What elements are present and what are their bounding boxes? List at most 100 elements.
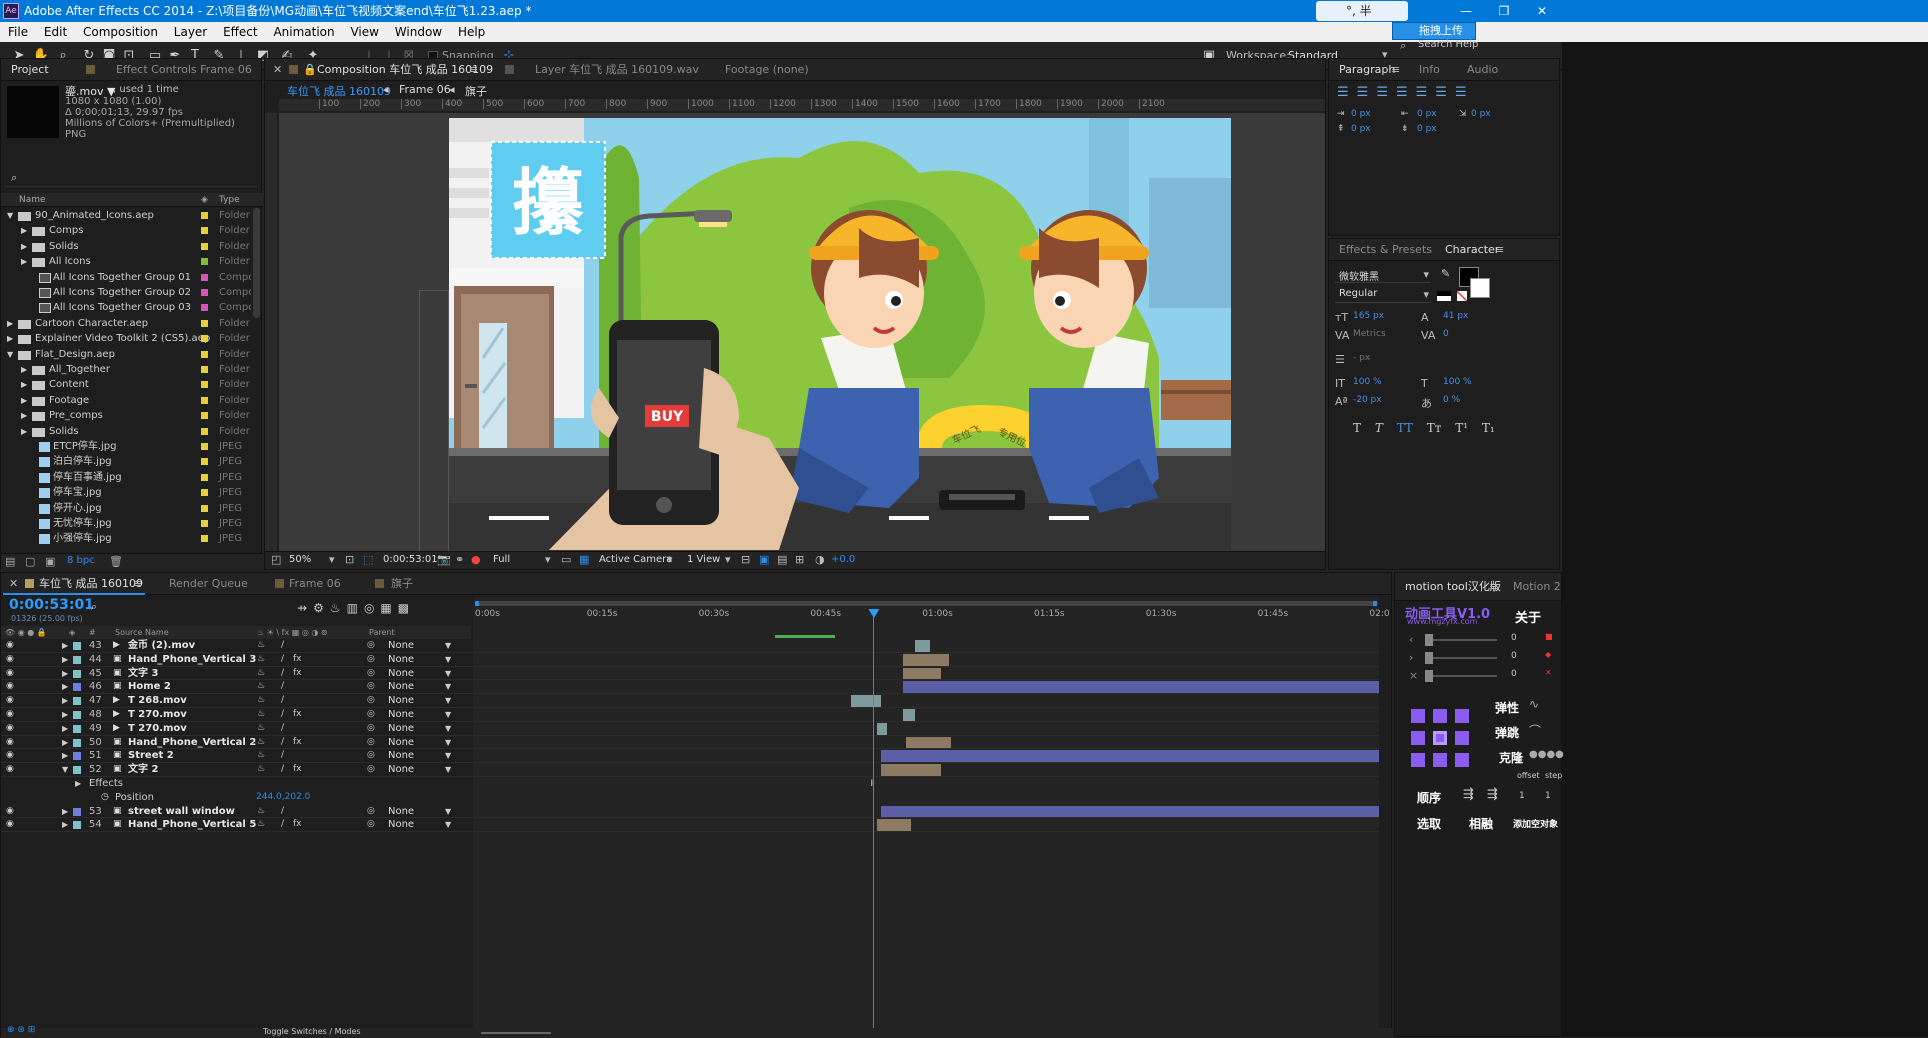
dropdown-icon[interactable]: ▼ — [445, 818, 451, 832]
tab-render-queue[interactable]: Render Queue — [169, 573, 248, 595]
twirl-icon[interactable]: ▶ — [21, 362, 27, 377]
label-color-swatch[interactable] — [201, 319, 208, 327]
menu-help[interactable]: Help — [458, 25, 485, 39]
twirl-icon[interactable]: ▶ — [21, 254, 27, 269]
quality-switch-icon[interactable]: / — [281, 736, 284, 750]
layer-name[interactable]: Hand_Phone_Vertical 2 — [128, 736, 256, 750]
close-tab-icon[interactable]: ✕ — [273, 63, 282, 76]
tab-project[interactable]: Project — [11, 59, 49, 81]
lock-icon[interactable]: 🔒 — [303, 63, 317, 76]
layer-label-color[interactable] — [73, 821, 81, 830]
project-scrollbar[interactable] — [253, 208, 260, 318]
label-color-swatch[interactable] — [201, 504, 208, 512]
tab-effects-presets[interactable]: Effects & Presets — [1339, 239, 1432, 261]
justify-last-center-icon[interactable]: ☰ — [1416, 85, 1436, 100]
pickwhip-icon[interactable]: ◎ — [367, 763, 375, 777]
project-item[interactable]: All Icons Together Group 03 Compo — [1, 300, 251, 315]
opposite-button[interactable]: 相融 — [1469, 815, 1493, 832]
label-color-swatch[interactable] — [201, 396, 208, 404]
label-color-swatch[interactable] — [201, 381, 208, 389]
twirl-icon[interactable]: ▶ — [21, 239, 27, 254]
current-time-display[interactable]: 0:00:53:01 — [383, 554, 438, 565]
label-color-swatch[interactable] — [201, 366, 208, 373]
layer-label-color[interactable] — [73, 766, 81, 775]
shy-switch-icon[interactable]: ♨ — [257, 722, 265, 736]
shy-switch-icon[interactable]: ♨ — [257, 639, 265, 653]
layer-label-color[interactable] — [73, 724, 81, 733]
new-folder-icon[interactable]: ▢ — [25, 555, 35, 568]
project-item[interactable]: ▼ 90_Animated_Icons.aep Folder — [1, 208, 251, 223]
new-comp-icon[interactable]: ▣ — [45, 555, 55, 568]
eye-icon[interactable]: ◉ — [6, 653, 14, 667]
align-center-icon[interactable]: ☰ — [1357, 85, 1377, 100]
layer-label-color[interactable] — [73, 669, 81, 678]
position-property-row[interactable]: ◷ Position 244.0,202.0 — [1, 791, 473, 805]
timeline-icon[interactable]: ▤ — [777, 553, 787, 566]
eye-icon[interactable]: ◉ — [6, 749, 14, 763]
vertical-scale-value[interactable]: 100 % — [1353, 377, 1382, 387]
superscript-button[interactable]: T¹ — [1455, 421, 1468, 435]
quality-switch-icon[interactable]: / — [281, 708, 284, 722]
pickwhip-icon[interactable]: ◎ — [367, 653, 375, 667]
anchor-bottom-right[interactable] — [1455, 753, 1469, 767]
project-item[interactable]: All Icons Together Group 02 Compo — [1, 285, 251, 300]
twirl-icon[interactable]: ▼ — [62, 763, 68, 777]
twirl-icon[interactable]: ▶ — [62, 736, 68, 750]
no-stroke-swatch[interactable] — [1437, 291, 1451, 301]
timeline-search-icon[interactable]: ⌕ — [91, 600, 97, 614]
eye-icon[interactable]: ◉ — [6, 722, 14, 736]
quality-switch-icon[interactable]: / — [281, 749, 284, 763]
layer-label-color[interactable] — [73, 683, 81, 692]
twirl-icon[interactable]: ▶ — [62, 749, 68, 763]
parent-select[interactable]: None — [388, 749, 414, 763]
twirl-icon[interactable]: ▶ — [7, 331, 13, 346]
twirl-icon[interactable]: ▶ — [21, 377, 27, 392]
pickwhip-icon[interactable]: ◎ — [367, 694, 375, 708]
parent-select[interactable]: None — [388, 694, 414, 708]
fx-switch-icon[interactable]: fx — [293, 653, 302, 667]
draft-3d-icon[interactable]: ⚙ — [313, 601, 330, 615]
quality-switch-icon[interactable]: / — [281, 639, 284, 653]
motion-blur-icon[interactable]: ◎ — [364, 601, 380, 615]
quality-switch-icon[interactable]: / — [281, 763, 284, 777]
indent-left-value[interactable]: 0 px — [1351, 109, 1371, 119]
menu-effect[interactable]: Effect — [223, 25, 258, 39]
shy-switch-icon[interactable]: ♨ — [257, 708, 265, 722]
twirl-icon[interactable]: ▶ — [62, 653, 68, 667]
label-color-swatch[interactable] — [201, 335, 208, 343]
layer-row[interactable]: ◉ ▼ 52 ▣ 文字 2 ♨ / fx ◎ None ▼ — [1, 763, 473, 777]
project-item[interactable]: ▶ Comps Folder — [1, 223, 251, 238]
toggle-transparency-icon[interactable]: ▦ — [579, 553, 589, 566]
view-dropdown-icon[interactable]: ▾ — [725, 553, 731, 566]
resolution-dropdown-icon[interactable]: ▾ — [545, 553, 551, 566]
elastic-button[interactable]: 弹性 — [1495, 699, 1519, 716]
justify-all-icon[interactable]: ☰ — [1455, 85, 1475, 100]
project-item[interactable]: 无忧停车.jpg JPEG — [1, 516, 251, 531]
layer-duration-bar[interactable] — [880, 750, 1379, 763]
project-item[interactable]: ▶ Content Folder — [1, 377, 251, 392]
toggle-pixel-aspect-icon[interactable]: ⊟ — [741, 553, 750, 566]
menu-animation[interactable]: Animation — [273, 25, 334, 39]
pickwhip-icon[interactable]: ◎ — [367, 805, 375, 819]
faux-bold-button[interactable]: T — [1353, 421, 1361, 435]
label-color-swatch[interactable] — [201, 535, 208, 543]
dropdown-icon[interactable]: ▼ — [445, 722, 451, 736]
layer-row[interactable]: ◉ ▶ 46 ▣ Home 2 ♨ / ◎ None ▼ — [1, 680, 473, 695]
dropdown-icon[interactable]: ▼ — [445, 708, 451, 722]
twirl-icon[interactable]: ▶ — [21, 393, 27, 408]
region-of-interest-icon[interactable]: ⊡ — [345, 553, 354, 566]
label-color-swatch[interactable] — [201, 427, 208, 435]
project-item[interactable]: 停开心.jpg JPEG — [1, 501, 251, 516]
tab-motion-2[interactable]: Motion 2 — [1513, 576, 1561, 598]
layer-name[interactable]: 文字 3 — [128, 667, 158, 681]
twirl-icon[interactable]: ▼ — [7, 208, 13, 223]
font-size-value[interactable]: 165 px — [1353, 311, 1384, 321]
breadcrumb-item-main[interactable]: 车位飞 成品 160109 — [287, 83, 391, 100]
layer-row[interactable]: ◉ ▶ 53 ▣ street wall window ♨ / ◎ None ▼ — [1, 805, 473, 819]
label-color-swatch[interactable] — [201, 458, 208, 466]
quality-switch-icon[interactable]: / — [281, 805, 284, 819]
quality-switch-icon[interactable]: / — [281, 653, 284, 667]
twirl-icon[interactable]: ▶ — [62, 805, 68, 819]
leading-value[interactable]: 41 px — [1443, 311, 1468, 321]
camera-dropdown-icon[interactable]: ▾ — [667, 553, 673, 566]
